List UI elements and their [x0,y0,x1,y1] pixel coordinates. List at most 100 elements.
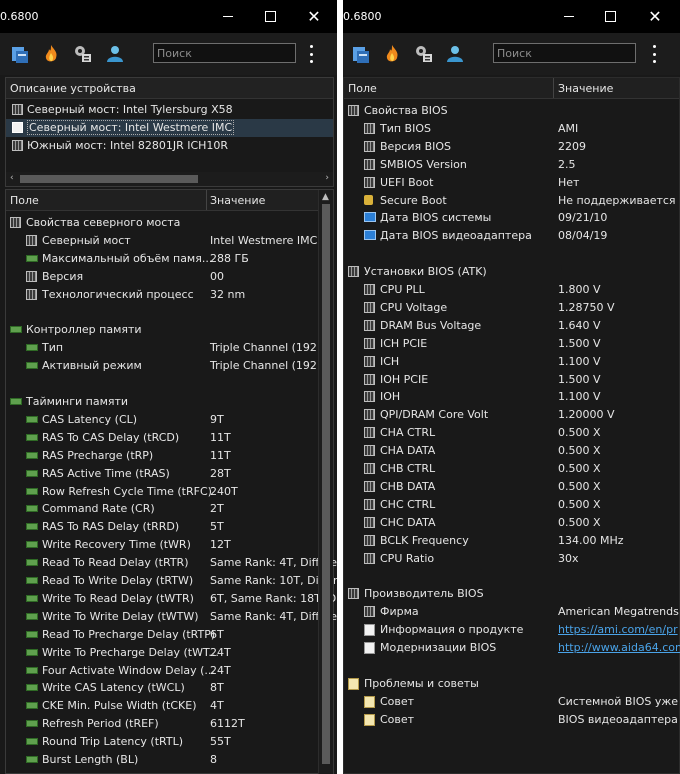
table-row[interactable]: Дата BIOS системы 09/21/10 [344,209,679,227]
table-row[interactable]: CPU Voltage 1.28750 V [344,299,679,317]
table-row[interactable]: Версия BIOS 2209 [344,138,679,156]
table-row[interactable]: Модернизации BIOS http://www.aida64.con [344,639,680,657]
report-icon[interactable] [351,43,373,65]
minimize-button[interactable] [557,4,581,28]
table-row[interactable]: Read To Write Delay (tRTW) Same Rank: 10T… [6,572,337,590]
close-button[interactable]: ✕ [302,4,326,28]
scrollbar-thumb[interactable] [20,175,198,183]
user-icon[interactable] [104,43,126,65]
table-row[interactable]: SMBIOS Version 2.5 [344,156,679,174]
maximize-button[interactable] [258,4,282,28]
table-row[interactable]: Burst Length (BL) 8 [6,751,333,769]
menu-button[interactable] [308,45,314,63]
table-row[interactable]: CHC CTRL 0.500 X [344,496,679,514]
scroll-left-icon[interactable]: ‹ [10,173,14,183]
row-label: Установки BIOS (ATK) [364,265,487,279]
group-header[interactable]: Производитель BIOS [344,585,679,603]
table-row[interactable]: Информация о продукте https://ami.com/en/… [344,621,679,639]
user-icon[interactable] [444,43,466,65]
report-icon[interactable] [10,43,32,65]
table-row[interactable]: UEFI Boot Нет [344,174,679,192]
table-row[interactable]: IOH PCIE 1.500 V [344,371,679,389]
table-row[interactable]: CHA CTRL 0.500 X [344,424,679,442]
table-row[interactable]: Версия 00 [6,268,333,286]
column-divider[interactable] [553,78,554,98]
vertical-scrollbar[interactable]: ▲ [318,190,333,774]
table-row[interactable]: CKE Min. Pulse Width (tCKE) 4T [6,697,333,715]
table-row[interactable]: RAS To RAS Delay (tRRD) 5T [6,518,333,536]
table-row[interactable]: CPU PLL 1.800 V [344,281,679,299]
group-header[interactable]: Проблемы и советы [344,675,679,693]
device-list-item[interactable]: Южный мост: Intel 82801JR ICH10R [6,137,333,155]
table-row[interactable]: ICH PCIE 1.500 V [344,335,679,353]
scrollbar-thumb[interactable] [322,204,330,764]
group-header[interactable]: Установки BIOS (ATK) [344,263,679,281]
table-row[interactable]: Фирма American Megatrends I [344,603,680,621]
table-row[interactable]: Активный режим Triple Channel (192 б [6,357,333,375]
search-input[interactable] [153,43,296,63]
chip-icon [12,122,23,133]
table-row[interactable]: Write Recovery Time (tWR) 12T [6,536,333,554]
table-row[interactable]: Write To Read Delay (tWTR) 6T, Same Rank:… [6,590,336,608]
table-row[interactable]: Технологический процесс 32 nm [6,286,333,304]
table-row[interactable]: Refresh Period (tREF) 6112T [6,715,333,733]
chip-icon [12,140,23,151]
table-row[interactable]: Write To Precharge Delay (tWT... 24T [6,644,333,662]
close-button[interactable]: ✕ [643,4,667,28]
scroll-up-icon[interactable]: ▲ [322,192,329,202]
table-row[interactable]: Write CAS Latency (tWCL) 8T [6,679,333,697]
flame-icon[interactable] [40,43,62,65]
column-divider[interactable] [206,190,207,210]
group-header[interactable]: Тайминги памяти [6,393,333,411]
table-row[interactable]: Тип Triple Channel (192 б [6,339,333,357]
scroll-right-icon[interactable]: › [325,173,329,183]
table-row[interactable]: Максимальный объём памя... 288 ГБ [6,250,333,268]
settings-icon[interactable] [72,43,94,65]
table-row[interactable]: BCLK Frequency 134.00 MHz [344,532,679,550]
table-row[interactable]: QPI/DRAM Core Volt 1.20000 V [344,406,679,424]
table-row[interactable]: CHC DATA 0.500 X [344,514,679,532]
table-row[interactable]: CHB DATA 0.500 X [344,478,679,496]
table-row[interactable]: CAS Latency (CL) 9T [6,411,333,429]
maximize-button[interactable] [598,4,622,28]
column-value[interactable]: Значение [558,82,613,95]
table-row[interactable]: Дата BIOS видеоадаптера 08/04/19 [344,227,679,245]
table-row[interactable]: DRAM Bus Voltage 1.640 V [344,317,679,335]
table-row[interactable]: Read To Read Delay (tRTR) Same Rank: 4T, … [6,554,337,572]
table-row[interactable]: Северный мост Intel Westmere IMC [6,232,333,250]
search-input[interactable] [493,43,636,63]
group-header[interactable]: Свойства BIOS [344,102,679,120]
table-row[interactable]: Read To Precharge Delay (tRTP) 6T [6,626,333,644]
horizontal-scrollbar[interactable]: ‹ › [6,172,333,186]
table-row[interactable]: Совет Системной BIOS уже 6 [344,693,680,711]
table-row[interactable]: Round Trip Latency (tRTL) 55T [6,733,333,751]
table-row[interactable]: Write To Write Delay (tWTW) Same Rank: 4T… [6,608,337,626]
table-row[interactable]: Row Refresh Cycle Time (tRFC) 240T [6,483,333,501]
table-row[interactable]: Совет BIOS видеоадаптера ух [344,711,680,729]
table-row[interactable]: Тип BIOS AMI [344,120,679,138]
table-row[interactable]: Secure Boot Не поддерживается [344,192,679,210]
minimize-button[interactable] [216,4,240,28]
table-row[interactable]: RAS Active Time (tRAS) 28T [6,465,333,483]
group-header[interactable]: Контроллер памяти [6,321,333,339]
table-row[interactable]: RAS To CAS Delay (tRCD) 11T [6,429,333,447]
table-row[interactable]: Command Rate (CR) 2T [6,500,333,518]
column-value[interactable]: Значение [210,194,265,207]
table-row[interactable]: CPU Ratio 30x [344,550,679,568]
menu-button[interactable] [651,45,657,63]
row-value-link[interactable]: http://www.aida64.con [558,641,680,654]
table-row[interactable]: CHB CTRL 0.500 X [344,460,679,478]
table-row[interactable]: ICH 1.100 V [344,353,679,371]
group-header[interactable]: Свойства северного моста [6,214,333,232]
column-field[interactable]: Поле [10,194,39,207]
column-field[interactable]: Поле [348,82,377,95]
settings-icon[interactable] [413,43,435,65]
table-row[interactable]: Four Activate Window Delay (... 24T [6,662,333,680]
flame-icon[interactable] [381,43,403,65]
table-row[interactable]: RAS Precharge (tRP) 11T [6,447,333,465]
device-list-item[interactable]: Северный мост: Intel Tylersburg X58 [6,101,333,119]
table-row[interactable]: CHA DATA 0.500 X [344,442,679,460]
table-row[interactable]: IOH 1.100 V [344,388,679,406]
device-list-item[interactable]: Северный мост: Intel Westmere IMC [6,119,333,137]
row-value-link[interactable]: https://ami.com/en/pr [558,623,678,636]
